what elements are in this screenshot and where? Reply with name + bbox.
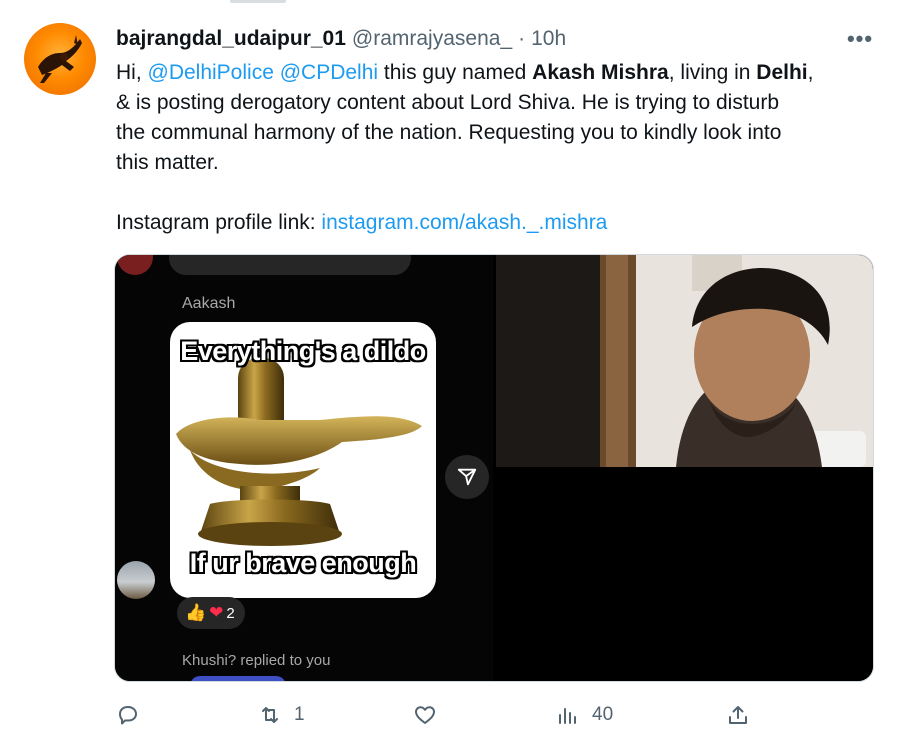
link-prefix: Instagram profile link:: [116, 211, 322, 234]
bold-location: Delhi: [756, 61, 808, 84]
bold-name: Akash Mishra: [532, 61, 669, 84]
meme-bottom-caption: If ur brave enough: [189, 548, 417, 578]
separator-dot: ·: [518, 27, 526, 50]
media-black-image[interactable]: [496, 470, 873, 681]
reply-note: Khushi? replied to you: [182, 652, 331, 669]
top-accent-bar: [230, 0, 286, 3]
user-handle[interactable]: @ramrajyasena_: [352, 27, 512, 51]
chat-avatar-top: [117, 255, 153, 275]
tweet-blank-line: [116, 178, 876, 208]
meme-top-caption: Everything's a dildo: [180, 336, 426, 366]
meme-image: Everything's a dildo If ur brave enough: [170, 322, 436, 598]
reply-bubble: [190, 676, 286, 681]
timestamp[interactable]: 10h: [531, 27, 566, 51]
views-button[interactable]: 40: [556, 695, 613, 735]
tweet-text: Hi, @DelhiPolice @CPDelhi this guy named…: [116, 58, 876, 238]
tweet-line-1: Hi, @DelhiPolice @CPDelhi this guy named…: [116, 58, 876, 88]
chat-sender-name: Aakash: [182, 295, 236, 312]
tweet-action-bar: 1 40: [0, 695, 901, 735]
media-grid[interactable]: Aakash Everything's a dildo If ur brave …: [114, 254, 874, 682]
reply-icon: [119, 706, 137, 725]
mention-delhipolice[interactable]: @DelhiPolice: [148, 61, 274, 84]
text-segment: this guy named: [378, 61, 533, 84]
media-profile-photo[interactable]: [496, 255, 873, 467]
tweet-line-2: & is posting derogatory content about Lo…: [116, 91, 780, 114]
tweet-line-4: this matter.: [116, 151, 219, 174]
tweet-header: bajrangdal_udaipur_01 @ramrajyasena_ · 1…: [116, 26, 566, 52]
views-count: 40: [592, 704, 614, 725]
like-icon: [415, 706, 435, 724]
display-name[interactable]: bajrangdal_udaipur_01: [116, 27, 346, 51]
reaction-bar: 👍 ❤ 2: [177, 597, 245, 629]
profile-photo-illustration: [496, 255, 873, 467]
text-segment: Hi,: [116, 61, 148, 84]
retweet-button[interactable]: 1: [258, 695, 305, 735]
retweet-count: 1: [294, 704, 305, 725]
reply-button[interactable]: [116, 695, 152, 735]
more-icon[interactable]: •••: [846, 26, 874, 52]
tweet-link-line: Instagram profile link: instagram.com/ak…: [116, 208, 876, 238]
thumbs-up-icon: 👍: [185, 603, 207, 622]
avatar-image: [38, 35, 82, 83]
views-icon: [559, 708, 576, 724]
text-segment: , living in: [668, 61, 757, 84]
reaction-count: 2: [226, 604, 235, 622]
chat-bubble: [169, 255, 411, 275]
send-icon[interactable]: [445, 455, 489, 499]
instagram-link[interactable]: instagram.com/akash._.mishra: [321, 211, 607, 234]
heart-icon: ❤: [209, 603, 224, 622]
retweet-icon: [262, 707, 278, 723]
chat-sender-avatar: [117, 561, 155, 599]
like-button[interactable]: [413, 695, 449, 735]
send-icon-glyph: [457, 468, 477, 486]
text-segment: ,: [807, 61, 814, 84]
tweet-line-3: the communal harmony of the nation. Requ…: [116, 121, 782, 144]
share-icon: [729, 706, 747, 724]
mention-cpdelhi[interactable]: @CPDelhi: [280, 61, 378, 84]
share-button[interactable]: [726, 695, 750, 735]
avatar[interactable]: [24, 23, 96, 95]
media-chat-screenshot[interactable]: Aakash Everything's a dildo If ur brave …: [115, 255, 493, 681]
